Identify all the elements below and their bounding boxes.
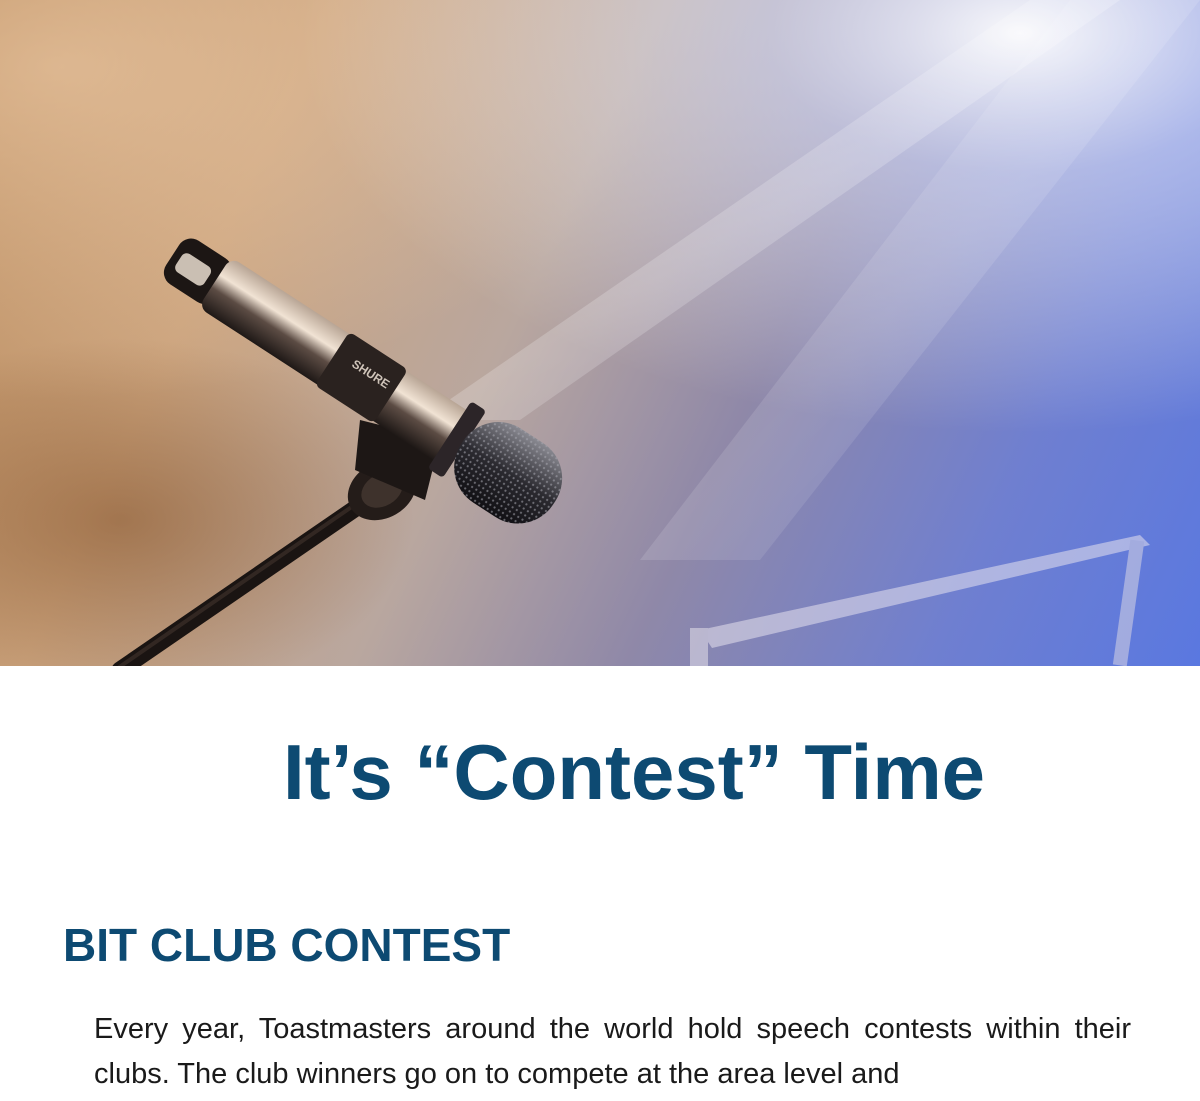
section-body-text: Every year, Toastmasters around the worl… <box>94 1013 1131 1090</box>
section-heading: BIT CLUB CONTEST <box>63 919 511 971</box>
hero-image: SHURE <box>0 0 1200 666</box>
page-title: It’s “Contest” Time <box>282 728 986 816</box>
stage-photo: SHURE <box>0 0 1200 666</box>
